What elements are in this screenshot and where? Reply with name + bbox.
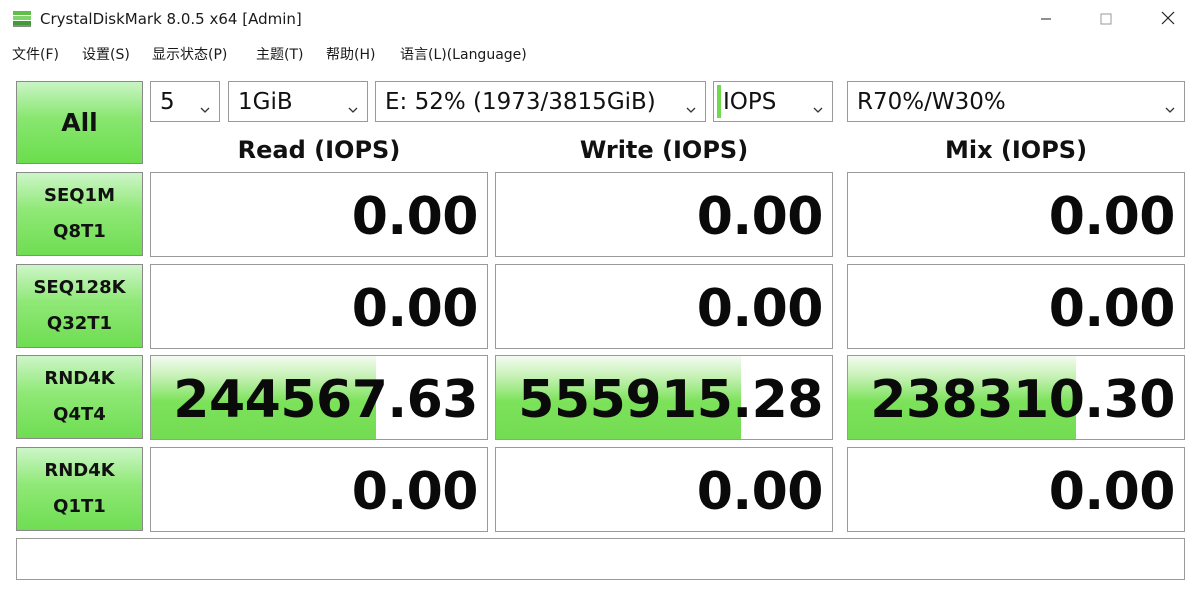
- chevron-down-icon: [812, 96, 824, 113]
- result-mix-rnd4k-q4t4: 238310.30: [847, 355, 1185, 440]
- result-value: 0.00: [696, 187, 824, 247]
- write-header: Write (IOPS): [579, 136, 749, 164]
- test-name: SEQ128K: [33, 277, 126, 298]
- test-size-select[interactable]: 1GiB: [228, 81, 368, 122]
- test-button-rnd4k-q4t4[interactable]: RND4K Q4T4: [16, 355, 143, 439]
- test-params: Q8T1: [53, 221, 106, 242]
- menu-file[interactable]: 文件(F): [12, 44, 59, 64]
- minimize-icon: [1040, 10, 1052, 29]
- chevron-down-icon: [347, 96, 359, 113]
- chevron-down-icon: [199, 96, 211, 113]
- result-mix-seq128k: 0.00: [847, 264, 1185, 349]
- menu-help[interactable]: 帮助(H): [326, 44, 375, 64]
- result-mix-rnd4k-q1t1: 0.00: [847, 447, 1185, 532]
- menu-language[interactable]: 语言(L)(Language): [400, 44, 527, 64]
- result-read-seq1m: 0.00: [150, 172, 488, 257]
- test-count-value: 5: [160, 88, 175, 115]
- result-value: 0.00: [1048, 279, 1176, 339]
- result-read-rnd4k-q4t4: 244567.63: [150, 355, 488, 440]
- title-bar: CrystalDiskMark 8.0.5 x64 [Admin]: [0, 0, 1200, 38]
- read-header: Read (IOPS): [237, 136, 401, 164]
- menu-settings[interactable]: 设置(S): [82, 44, 130, 64]
- result-write-rnd4k-q4t4: 555915.28: [495, 355, 833, 440]
- result-write-seq128k: 0.00: [495, 264, 833, 349]
- chevron-down-icon: [685, 96, 697, 113]
- drive-select[interactable]: E: 52% (1973/3815GiB): [375, 81, 706, 122]
- drive-value: E: 52% (1973/3815GiB): [385, 88, 656, 115]
- test-name: RND4K: [44, 460, 115, 481]
- result-value: 0.00: [696, 462, 824, 522]
- window-title: CrystalDiskMark 8.0.5 x64 [Admin]: [40, 10, 302, 28]
- unit-value: IOPS: [723, 88, 777, 115]
- app-icon: [12, 9, 32, 29]
- result-value: 0.00: [696, 279, 824, 339]
- test-params: Q1T1: [53, 496, 106, 517]
- result-value: 244567.63: [173, 370, 478, 430]
- result-value: 0.00: [351, 462, 479, 522]
- result-read-rnd4k-q1t1: 0.00: [150, 447, 488, 532]
- test-button-rnd4k-q1t1[interactable]: RND4K Q1T1: [16, 447, 143, 531]
- mix-ratio-select[interactable]: R70%/W30%: [847, 81, 1185, 122]
- result-value: 555915.28: [518, 370, 823, 430]
- menu-bar: 文件(F) 设置(S) 显示状态(P) 主题(T) 帮助(H) 语言(L)(La…: [0, 38, 1200, 68]
- result-value: 0.00: [1048, 187, 1176, 247]
- comment-field[interactable]: [16, 538, 1185, 580]
- maximize-button[interactable]: [1078, 0, 1134, 38]
- menu-profile[interactable]: 显示状态(P): [152, 44, 227, 64]
- test-size-value: 1GiB: [238, 88, 293, 115]
- test-button-seq1m[interactable]: SEQ1M Q8T1: [16, 172, 143, 256]
- test-button-seq128k[interactable]: SEQ128K Q32T1: [16, 264, 143, 348]
- mix-header: Mix (IOPS): [944, 136, 1088, 164]
- result-read-seq128k: 0.00: [150, 264, 488, 349]
- result-value: 0.00: [1048, 462, 1176, 522]
- test-params: Q4T4: [53, 404, 106, 425]
- test-name: SEQ1M: [44, 185, 115, 206]
- result-value: 0.00: [351, 279, 479, 339]
- unit-select[interactable]: IOPS: [713, 81, 833, 122]
- unit-accent-bar: [717, 85, 721, 118]
- minimize-button[interactable]: [1018, 0, 1074, 38]
- all-button[interactable]: All: [16, 81, 143, 164]
- maximize-icon: [1100, 10, 1112, 29]
- result-value: 0.00: [351, 187, 479, 247]
- chevron-down-icon: [1164, 96, 1176, 113]
- test-name: RND4K: [44, 368, 115, 389]
- result-write-seq1m: 0.00: [495, 172, 833, 257]
- mix-ratio-value: R70%/W30%: [857, 88, 1006, 115]
- test-params: Q32T1: [46, 313, 113, 334]
- result-value: 238310.30: [870, 370, 1175, 430]
- close-button[interactable]: [1140, 0, 1196, 38]
- close-icon: [1161, 10, 1175, 29]
- test-count-select[interactable]: 5: [150, 81, 220, 122]
- result-mix-seq1m: 0.00: [847, 172, 1185, 257]
- menu-theme[interactable]: 主题(T): [256, 44, 303, 64]
- result-write-rnd4k-q1t1: 0.00: [495, 447, 833, 532]
